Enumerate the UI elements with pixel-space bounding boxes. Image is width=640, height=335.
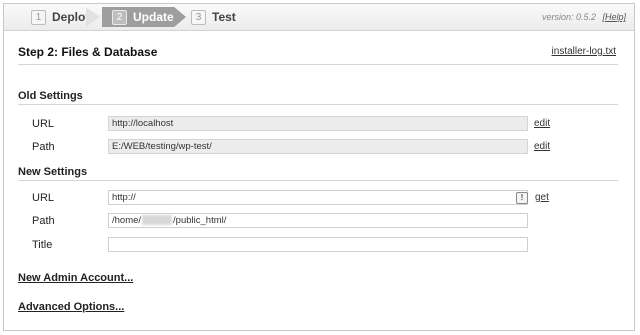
version-info: version: 0.5.2 [Help] [542,12,626,22]
step-label: Update [133,10,174,24]
step-number: 2 [112,9,127,25]
new-url-input[interactable]: http:// [108,190,528,205]
old-url-edit-link[interactable]: edit [534,118,550,129]
step-test[interactable]: 3 Test [191,7,236,27]
old-url-field: http://localhost [108,116,528,131]
new-admin-account-link[interactable]: New Admin Account... [18,272,133,284]
old-path-label: Path [32,141,55,153]
new-settings-heading: New Settings [18,166,618,181]
advanced-options-link[interactable]: Advanced Options... [18,301,124,313]
title-row: Step 2: Files & Database installer-log.t… [18,40,618,65]
step-label: Test [212,10,236,24]
redacted-username [142,215,173,226]
installer-log-link[interactable]: installer-log.txt [552,46,616,57]
old-path-field: E:/WEB/testing/wp-test/ [108,139,528,154]
old-url-label: URL [32,118,55,130]
new-path-input[interactable]: /home/ /public_html/ [108,213,528,228]
old-path-edit-link[interactable]: edit [534,141,550,152]
help-link[interactable]: [Help] [602,12,626,22]
path-prefix: /home/ [112,215,142,226]
new-path-label: Path [32,215,55,227]
new-title-label: Title [32,239,53,251]
step-bar: 1 Deploy 2 Update 3 Test version: 0.5.2 … [4,4,634,31]
new-url-label: URL [32,192,55,204]
new-title-input[interactable] [108,237,528,252]
step-update-active[interactable]: 2 Update [102,7,186,27]
new-url-row: URL http:// ! get [18,190,618,208]
old-settings-heading: Old Settings [18,90,618,105]
page-title: Step 2: Files & Database [18,45,158,59]
new-url-get-link[interactable]: get [535,192,549,203]
step-arrow-icon [86,7,100,27]
step-number: 3 [191,9,206,25]
old-path-row: Path E:/WEB/testing/wp-test/ edit [18,139,618,157]
warning-icon[interactable]: ! [516,192,528,204]
version-text: version: 0.5.2 [541,12,596,22]
old-url-row: URL http://localhost edit [18,116,618,134]
new-title-row: Title [18,237,618,255]
path-suffix: /public_html/ [173,215,227,226]
installer-window: 1 Deploy 2 Update 3 Test version: 0.5.2 … [3,3,635,331]
step-number: 1 [31,9,46,25]
step-deploy[interactable]: 1 Deploy [31,7,92,27]
new-path-row: Path /home/ /public_html/ [18,213,618,231]
